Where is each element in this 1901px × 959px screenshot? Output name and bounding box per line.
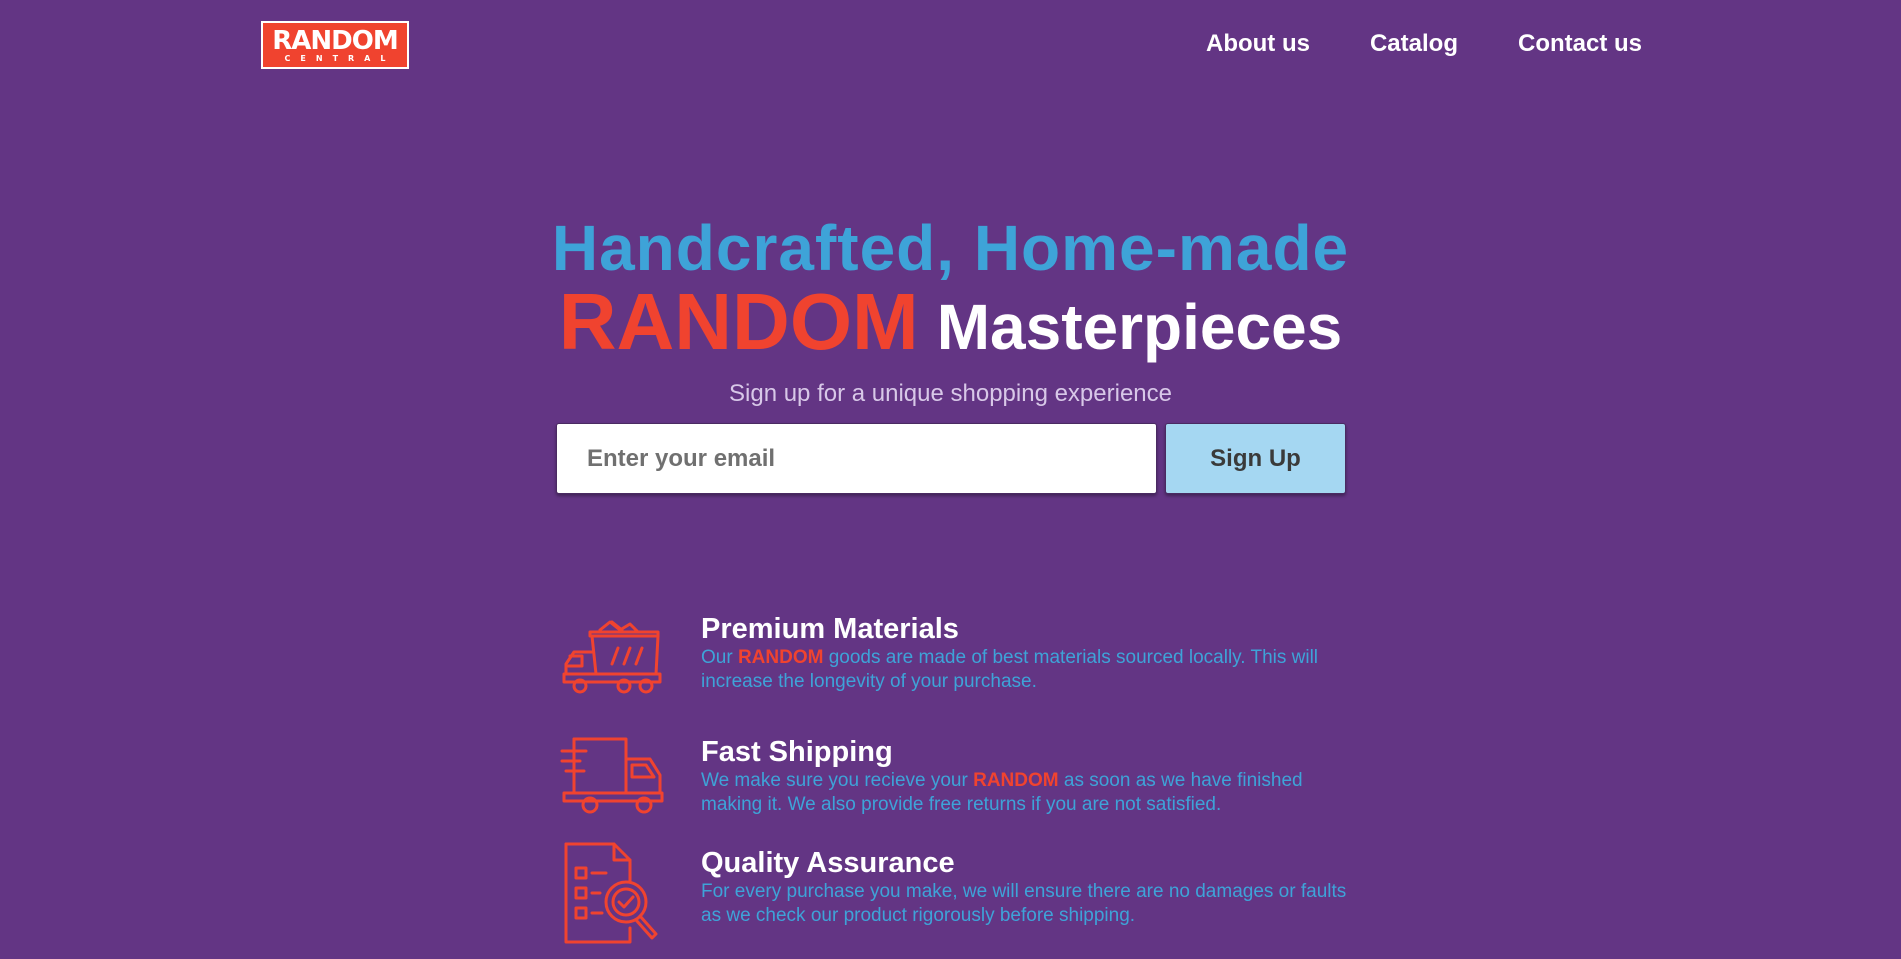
feature-quality-assurance: Quality Assurance For every purchase you… (556, 842, 1356, 952)
hero-subheadline: RANDOM Masterpieces (0, 280, 1901, 387)
feature-desc-text: We make sure you recieve your (701, 770, 974, 791)
logo-main-text: RANDOM (272, 25, 398, 56)
feature-description: For every purchase you make, we will ens… (701, 880, 1351, 928)
hero-masterpieces-word: Masterpieces (936, 291, 1343, 363)
feature-description: We make sure you recieve your RANDOM as … (701, 769, 1351, 817)
sign-up-button[interactable]: Sign Up (1165, 423, 1346, 494)
hero-brand-word: RANDOM (558, 277, 919, 366)
nav-link-about[interactable]: About us (1206, 28, 1310, 60)
hero-headline: Handcrafted, Home-made (551, 212, 1350, 284)
feature-title: Premium Materials (701, 613, 959, 645)
feature-premium-materials: Premium Materials Our RANDOM goods are m… (556, 608, 1356, 718)
nav-link-catalog[interactable]: Catalog (1370, 28, 1458, 60)
materials-cart-icon (562, 620, 662, 694)
email-input[interactable] (556, 423, 1157, 494)
main-nav: About us Catalog Contact us (1206, 28, 1642, 60)
landing-page: RANDOM CENTRAL About us Catalog Contact … (0, 0, 1901, 959)
logo-sub-text: CENTRAL (284, 53, 396, 63)
hero-tagline: Sign up for a unique shopping experience (729, 380, 1172, 407)
delivery-truck-icon (560, 737, 664, 814)
feature-description: Our RANDOM goods are made of best materi… (701, 646, 1351, 694)
feature-desc-brand: RANDOM (737, 647, 824, 668)
nav-link-contact[interactable]: Contact us (1518, 28, 1642, 60)
quality-inspection-icon (564, 842, 658, 944)
feature-desc-text: Our (701, 647, 738, 668)
feature-desc-brand: RANDOM (973, 770, 1059, 791)
feature-title: Quality Assurance (701, 847, 955, 879)
feature-title: Fast Shipping (701, 736, 893, 768)
feature-fast-shipping: Fast Shipping We make sure you recieve y… (556, 731, 1356, 841)
brand-logo[interactable]: RANDOM CENTRAL (261, 21, 409, 69)
feature-desc-text: For every purchase you make, we will ens… (701, 881, 1347, 926)
